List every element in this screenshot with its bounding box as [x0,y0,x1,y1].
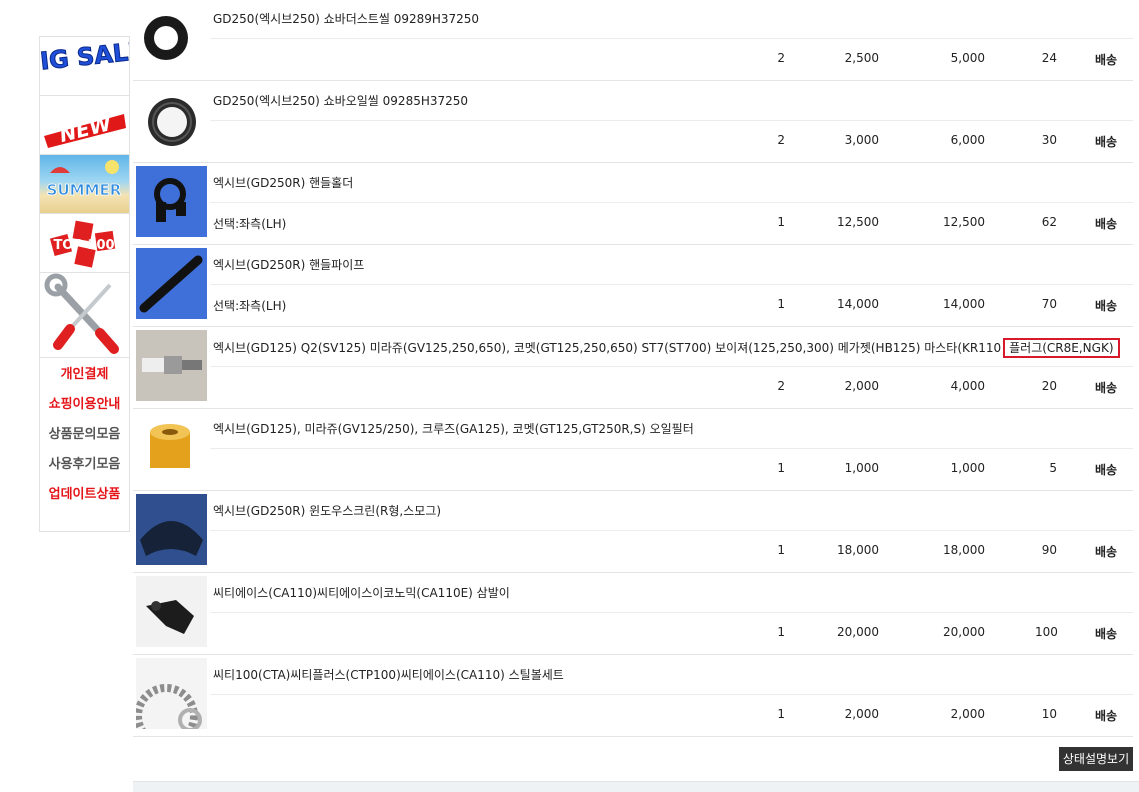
summer-banner[interactable]: SUMMER [40,155,129,214]
table-row: GD250(엑시브250) 쇼바더스트씰 09289H37250 2 2,500… [133,0,1133,81]
wrench-screwdriver-icon [44,273,119,354]
product-name[interactable]: 엑시브(GD250R) 핸들홀더 [213,174,353,191]
summer-banner-text: SUMMER [47,181,122,199]
total-price: 20,000 [943,625,985,639]
product-thumbnail[interactable] [136,330,207,401]
product-qna-link[interactable]: 상품문의모음 [40,420,129,450]
product-name[interactable]: GD250(엑시브250) 쇼바더스트씰 09289H37250 [213,10,479,27]
table-row: 엑시브(GD125), 미라쥬(GV125/250), 크루즈(GA125), … [133,408,1133,491]
unit-price: 2,000 [844,707,879,721]
points: 24 [1041,51,1057,65]
unit-price: 3,000 [844,133,879,147]
unit-price: 2,000 [844,379,879,393]
quantity: 1 [777,297,785,311]
delivery-label: 배송 [1094,381,1118,395]
table-row: 씨티에이스(CA110)씨티에이스이코노믹(CA110E) 삼발이 1 20,0… [133,572,1133,655]
delivery-label: 배송 [1094,627,1118,641]
table-row: 엑시브(GD250R) 핸들홀더 선택:좌측(LH) 1 12,500 12,5… [133,162,1133,245]
table-row: 엑시브(GD250R) 윈도우스크린(R형,스모그) 1 18,000 18,0… [133,490,1133,573]
product-name[interactable]: 씨티100(CTA)씨티플러스(CTP100)씨티에이스(CA110) 스틸볼세… [213,666,564,683]
product-thumbnail[interactable] [136,84,207,155]
top100-banner-text: TOP 100 [53,238,114,253]
big-sale-banner[interactable]: BIG SALE [40,37,129,96]
delivery-label: 배송 [1094,53,1118,67]
quantity: 2 [777,133,785,147]
left-sidebar: BIG SALE NEW SUMMER TOP 100 개인결제 쇼핑이용안내 … [39,36,130,532]
product-name[interactable]: 엑시브(GD125), 미라쥬(GV125/250), 크루즈(GA125), … [213,420,694,437]
product-thumbnail[interactable] [136,248,207,319]
personal-payment-link[interactable]: 개인결제 [40,360,129,390]
product-thumbnail[interactable] [136,576,207,647]
big-sale-text-1: BIG SALE [40,37,129,77]
unit-price: 18,000 [837,543,879,557]
points: 70 [1041,297,1057,311]
bottom-bar [133,781,1139,792]
unit-price: 12,500 [837,215,879,229]
quantity: 1 [777,461,785,475]
product-name-text: 엑시브(GD125) Q2(SV125) 미라쥬(GV125,250,650),… [213,341,1002,355]
new-banner[interactable]: NEW [40,96,129,155]
delivery-label: 배송 [1094,299,1118,313]
quantity: 1 [777,543,785,557]
points: 62 [1041,215,1057,229]
unit-price: 1,000 [844,461,879,475]
new-banner-text: NEW [57,111,115,147]
quantity: 1 [777,625,785,639]
points: 5 [1049,461,1057,475]
total-price: 2,000 [950,707,985,721]
table-row: 엑시브(GD250R) 핸들파이프 선택:좌측(LH) 1 14,000 14,… [133,244,1133,327]
total-price: 12,500 [943,215,985,229]
table-row: 엑시브(GD125) Q2(SV125) 미라쥬(GV125,250,650),… [133,326,1133,409]
table-row: 씨티100(CTA)씨티플러스(CTP100)씨티에이스(CA110) 스틸볼세… [133,654,1133,737]
top100-banner[interactable]: TOP 100 [40,214,129,273]
quantity: 2 [777,51,785,65]
product-thumbnail[interactable] [136,658,207,729]
quantity: 2 [777,379,785,393]
shopping-guide-link[interactable]: 쇼핑이용안내 [40,390,129,420]
unit-price: 14,000 [837,297,879,311]
product-name[interactable]: 엑시브(GD250R) 핸들파이프 [213,256,364,273]
points: 10 [1041,707,1057,721]
unit-price: 2,500 [844,51,879,65]
total-price: 6,000 [950,133,985,147]
product-thumbnail[interactable] [136,2,207,73]
quantity: 1 [777,707,785,721]
delivery-label: 배송 [1094,545,1118,559]
total-price: 14,000 [943,297,985,311]
product-name[interactable]: GD250(엑시브250) 쇼바오일씰 09285H37250 [213,92,468,109]
product-thumbnail[interactable] [136,412,207,483]
product-thumbnail[interactable] [136,166,207,237]
quantity: 1 [777,215,785,229]
points: 30 [1041,133,1057,147]
delivery-label: 배송 [1094,217,1118,231]
total-price: 1,000 [950,461,985,475]
product-name[interactable]: 엑시브(GD125) Q2(SV125) 미라쥬(GV125,250,650),… [213,338,1120,358]
highlighted-product-name: 플러그(CR8E,NGK) [1003,338,1120,358]
updated-products-link[interactable]: 업데이트상품 [40,480,129,510]
total-price: 5,000 [950,51,985,65]
points: 90 [1041,543,1057,557]
delivery-label: 배송 [1094,463,1118,477]
delivery-label: 배송 [1094,135,1118,149]
unit-price: 20,000 [837,625,879,639]
product-option: 선택:좌측(LH) [213,299,287,313]
tools-banner[interactable] [40,273,129,358]
total-price: 18,000 [943,543,985,557]
delivery-label: 배송 [1094,709,1118,723]
product-name[interactable]: 엑시브(GD250R) 윈도우스크린(R형,스모그) [213,502,441,519]
product-thumbnail[interactable] [136,494,207,565]
total-price: 4,000 [950,379,985,393]
status-description-button[interactable]: 상태설명보기 [1059,747,1133,771]
product-name[interactable]: 씨티에이스(CA110)씨티에이스이코노믹(CA110E) 삼발이 [213,584,510,601]
reviews-link[interactable]: 사용후기모음 [40,450,129,480]
table-row: GD250(엑시브250) 쇼바오일씰 09285H37250 2 3,000 … [133,80,1133,163]
points: 100 [1035,625,1058,639]
product-option: 선택:좌측(LH) [213,217,287,231]
points: 20 [1041,379,1057,393]
